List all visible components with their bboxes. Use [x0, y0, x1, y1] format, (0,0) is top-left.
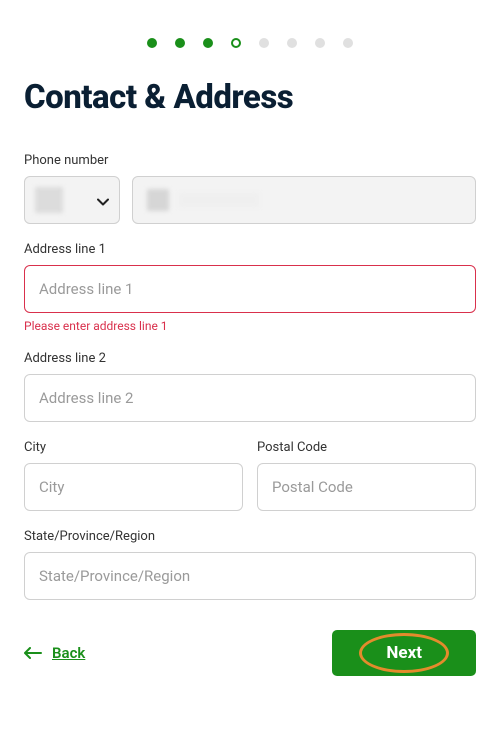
region-input[interactable] [24, 552, 476, 600]
progress-stepper [24, 0, 476, 78]
flag-placeholder [35, 187, 63, 213]
step-dot [147, 38, 157, 48]
address1-field-group: Address line 1 Please enter address line… [24, 242, 476, 333]
region-label: State/Province/Region [24, 529, 476, 544]
phone-country-select[interactable] [24, 176, 120, 224]
form-footer: Back Next [24, 630, 476, 676]
address1-input[interactable] [24, 265, 476, 313]
address2-label: Address line 2 [24, 351, 476, 366]
chevron-down-icon [97, 191, 109, 210]
address1-label: Address line 1 [24, 242, 476, 257]
city-field-group: City [24, 440, 243, 511]
arrow-left-icon [24, 647, 42, 659]
postal-field-group: Postal Code [257, 440, 476, 511]
phone-label: Phone number [24, 153, 476, 168]
address2-input[interactable] [24, 374, 476, 422]
back-label: Back [52, 644, 85, 662]
city-input[interactable] [24, 463, 243, 511]
city-label: City [24, 440, 243, 455]
next-button[interactable]: Next [332, 630, 476, 676]
step-dot [287, 38, 297, 48]
address2-field-group: Address line 2 [24, 351, 476, 422]
blurred-content [147, 189, 169, 211]
step-dot [259, 38, 269, 48]
phone-field-group: Phone number [24, 153, 476, 224]
back-button[interactable]: Back [24, 644, 85, 662]
postal-input[interactable] [257, 463, 476, 511]
step-dot-current [231, 38, 241, 48]
phone-number-input[interactable] [132, 176, 476, 224]
address1-error: Please enter address line 1 [24, 319, 476, 333]
step-dot [175, 38, 185, 48]
step-dot [343, 38, 353, 48]
page-title: Contact & Address [24, 78, 476, 117]
step-dot [203, 38, 213, 48]
step-dot [315, 38, 325, 48]
blurred-content [179, 193, 259, 207]
postal-label: Postal Code [257, 440, 476, 455]
region-field-group: State/Province/Region [24, 529, 476, 600]
